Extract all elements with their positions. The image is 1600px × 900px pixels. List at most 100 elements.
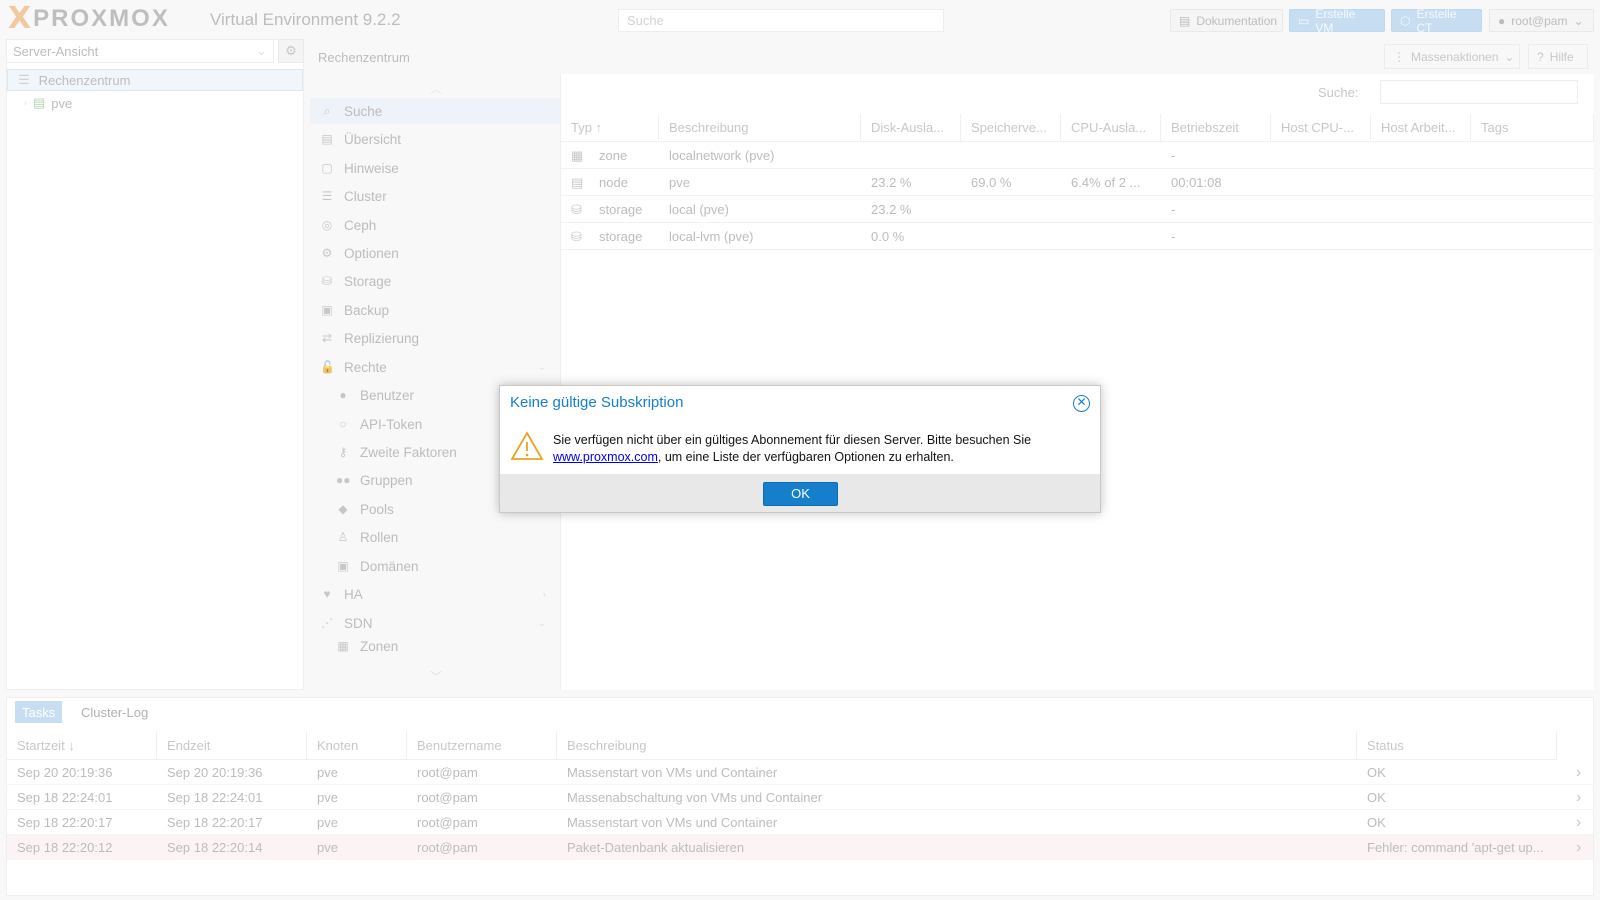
- chevron-right-icon[interactable]: ›: [1566, 835, 1581, 860]
- grid-column-header[interactable]: Disk-Ausla...: [861, 114, 961, 142]
- nav-item-optionen[interactable]: ⚙ Optionen: [310, 240, 560, 266]
- grid-cell-desc: pve: [669, 175, 690, 190]
- grid-search-input[interactable]: [1380, 80, 1578, 104]
- th-icon: ▦: [337, 639, 349, 653]
- floppy-icon: ▣: [321, 303, 333, 317]
- nav-item-suche[interactable]: ⌕ Suche: [310, 98, 560, 124]
- nav-item-cluster[interactable]: ☰ Cluster: [310, 183, 560, 209]
- grid-cell-disk: [861, 142, 961, 169]
- tab-tasks[interactable]: Tasks: [15, 701, 63, 723]
- task-cell-status: OK: [1367, 765, 1386, 780]
- node-online-icon: ▤: [571, 174, 584, 190]
- grid-cell-type: ▤ node: [571, 174, 628, 191]
- task-column-header[interactable]: Benutzername: [407, 731, 557, 760]
- task-cell-node: pve: [317, 840, 338, 855]
- unlock-icon: 🔓: [320, 360, 335, 374]
- grid-cell-desc: local-lvm (pve): [669, 229, 754, 244]
- grid-cell-cpu: [1061, 223, 1161, 250]
- key-icon: ⚷: [338, 445, 348, 459]
- close-icon[interactable]: ✕: [1073, 395, 1090, 412]
- task-cell-start: Sep 18 22:24:01: [17, 790, 113, 805]
- grid-column-header[interactable]: Host CPU-...: [1271, 114, 1371, 142]
- grid-cell-disk: 23.2 %: [871, 202, 912, 217]
- task-cell-user: root@pam: [417, 840, 478, 855]
- gear-icon: ⚙: [321, 246, 333, 260]
- grid-cell-mem: [961, 196, 1061, 223]
- grid-column-header[interactable]: Beschreibung: [659, 114, 861, 142]
- nav-item-domänen[interactable]: ▣ Domänen: [310, 553, 560, 579]
- task-cell-desc: Massenstart von VMs und Container: [567, 815, 778, 830]
- server-icon: ☰: [321, 189, 333, 203]
- grid-column-header[interactable]: CPU-Ausla...: [1061, 114, 1161, 142]
- nav-item-backup[interactable]: ▣ Backup: [310, 297, 560, 323]
- nav-item-ha[interactable]: ♥ HA ›: [310, 581, 560, 607]
- nav-item-ceph[interactable]: ◎ Ceph: [310, 212, 560, 238]
- task-cell-status: OK: [1367, 815, 1386, 830]
- cube-icon: ⬡: [1400, 13, 1411, 28]
- task-cell-user: root@pam: [417, 815, 478, 830]
- task-column-header[interactable]: Beschreibung: [557, 731, 1357, 760]
- sdn-icon: ⋰: [321, 616, 333, 630]
- tab-cluster-log[interactable]: Cluster-Log: [74, 701, 155, 723]
- grid-column-header[interactable]: Host Arbeit...: [1371, 114, 1471, 142]
- warning-icon: [510, 431, 544, 464]
- ellipsis-vertical-icon: ⋮: [1393, 49, 1405, 64]
- nav-item-zonen[interactable]: ▦ Zonen: [310, 638, 560, 654]
- task-column-header[interactable]: Status: [1357, 731, 1557, 760]
- nav-item-rollen[interactable]: ♙ Rollen: [310, 524, 560, 550]
- tree-item-datacenter[interactable]: ☰ Rechenzentrum: [7, 69, 303, 91]
- tree-settings-gear-icon[interactable]: ⚙: [278, 39, 304, 63]
- grid-cell-disk: 23.2 %: [871, 175, 912, 190]
- chevron-right-icon[interactable]: ›: [1566, 785, 1581, 810]
- proxmox-link[interactable]: www.proxmox.com: [553, 450, 658, 464]
- task-cell-desc: Paket-Datenbank aktualisieren: [567, 840, 745, 855]
- grid-column-header[interactable]: Speicherve...: [961, 114, 1061, 142]
- nav-item-storage[interactable]: ⛁ Storage: [310, 268, 560, 294]
- grid-cell-disk: 0.0 %: [871, 229, 905, 244]
- create-ct-button[interactable]: ⬡ Erstelle CT: [1391, 7, 1482, 35]
- nav-item-sdn[interactable]: ⋰ SDN ⌄: [310, 610, 560, 636]
- bulk-actions-button[interactable]: ⋮ Massenaktionen ⌄: [1384, 44, 1520, 69]
- nav-item-hinweise[interactable]: ▢ Hinweise: [310, 155, 560, 181]
- view-selector[interactable]: Server-Ansicht ⌄: [6, 39, 274, 63]
- chevron-down-icon: ⌄: [1573, 13, 1584, 28]
- task-column-header[interactable]: Startzeit ↓: [7, 731, 157, 760]
- grid-cell-cpu: 6.4% of 2 ...: [1071, 175, 1141, 190]
- nav-item-rechte[interactable]: 🔓 Rechte ⌄: [310, 354, 560, 380]
- help-button[interactable]: ? Hilfe: [1528, 44, 1588, 69]
- chevron-down-icon: ⌄: [537, 361, 546, 373]
- users-icon: ●●: [336, 473, 351, 487]
- proxmox-logo: X PROXMOX: [8, 4, 170, 34]
- chevron-down-icon: ⌄: [537, 617, 546, 629]
- grid-cell-desc: local (pve): [669, 202, 729, 217]
- documentation-button[interactable]: ▤ Dokumentation: [1170, 9, 1283, 32]
- task-column-header[interactable]: Endzeit: [157, 731, 307, 760]
- task-cell-status: OK: [1367, 790, 1386, 805]
- scroll-up-icon[interactable]: ︿: [430, 80, 442, 97]
- grid-column-header[interactable]: Betriebszeit: [1161, 114, 1271, 142]
- user-icon: ●: [339, 388, 347, 402]
- zone-grid-icon: ▦: [571, 147, 584, 163]
- grid-column-header[interactable]: Tags: [1471, 114, 1594, 142]
- nav-item-übersicht[interactable]: ▤ Übersicht: [310, 126, 560, 152]
- search-icon: ⌕: [323, 103, 331, 118]
- global-search-input[interactable]: Suche: [618, 9, 944, 32]
- task-cell-end: Sep 20 20:19:36: [167, 765, 263, 780]
- chevron-down-icon: ⌄: [256, 43, 267, 58]
- task-cell-end: Sep 18 22:20:14: [167, 840, 263, 855]
- scroll-down-icon[interactable]: ﹀: [430, 668, 442, 685]
- ok-button[interactable]: OK: [763, 482, 838, 506]
- user-menu-button[interactable]: ● root@pam ⌄: [1489, 9, 1594, 32]
- create-vm-button[interactable]: ▭ Erstelle VM: [1289, 7, 1385, 35]
- database-icon: ⛁: [571, 228, 582, 244]
- task-column-header[interactable]: Knoten: [307, 731, 407, 760]
- chevron-right-icon[interactable]: ›: [1566, 760, 1581, 785]
- chevron-right-icon[interactable]: ›: [1566, 810, 1581, 835]
- nav-item-replizierung[interactable]: ⇄ Replizierung: [310, 325, 560, 351]
- grid-column-header[interactable]: Typ ↑: [561, 114, 659, 142]
- task-cell-node: pve: [317, 815, 338, 830]
- grid-cell-desc: localnetwork (pve): [669, 148, 775, 163]
- node-online-icon: ▤: [33, 95, 46, 110]
- tree-item-pve[interactable]: › ▤ pve: [24, 92, 72, 114]
- brand-text: PROXMOX: [33, 5, 170, 32]
